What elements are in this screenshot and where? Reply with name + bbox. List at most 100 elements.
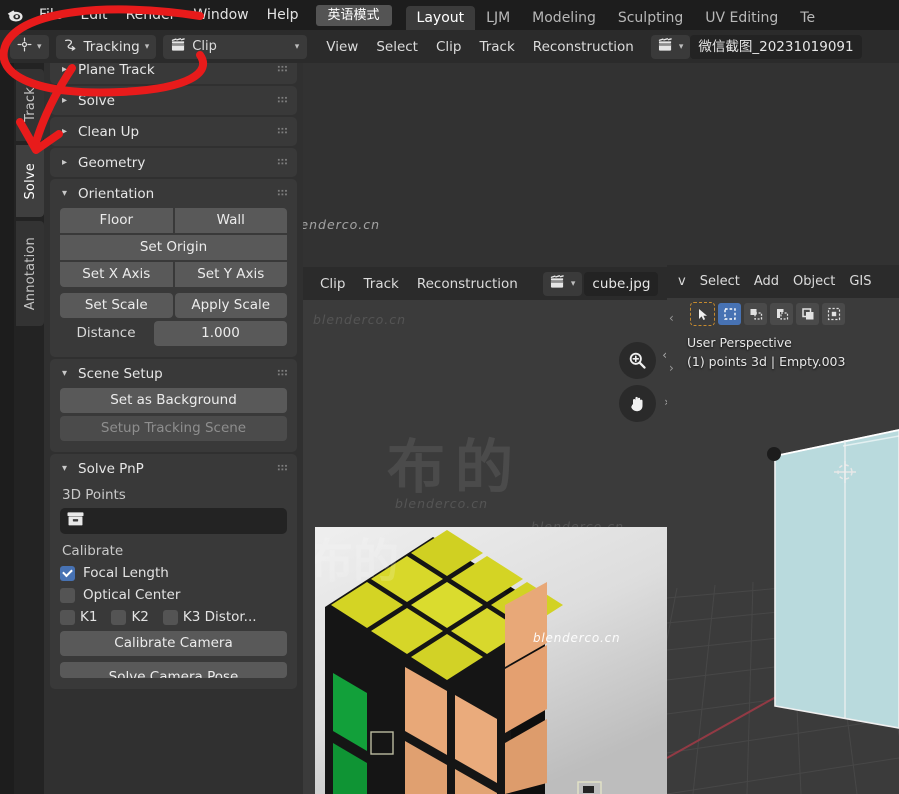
viewport-menu-view[interactable]: v: [671, 274, 693, 289]
sidebar-tab-annotation[interactable]: Annotation: [16, 221, 44, 326]
clip-datablock-selector[interactable]: Clip ▾: [163, 34, 308, 59]
sidebar-tab-solve[interactable]: Solve: [16, 145, 44, 217]
viewport-menu-object[interactable]: Object: [786, 274, 842, 289]
language-mode-button[interactable]: 英语模式: [315, 4, 392, 26]
menu-file[interactable]: File: [30, 0, 71, 30]
set-as-background-button[interactable]: Set as Background: [60, 388, 287, 413]
panel-plane-track-header[interactable]: ▸ Plane Track: [50, 63, 297, 84]
chevron-right-icon: ▸: [62, 95, 68, 106]
panel-clean-up-header[interactable]: ▸ Clean Up: [50, 117, 297, 146]
panel-grip-icon[interactable]: [277, 96, 288, 104]
inner-clip-menu-clip[interactable]: Clip: [311, 276, 355, 292]
set-scale-button[interactable]: Set Scale: [60, 293, 173, 318]
panel-orientation-header[interactable]: ▾ Orientation: [50, 179, 297, 208]
tab-texture-paint[interactable]: Te: [789, 6, 826, 30]
inner-clip-file-name[interactable]: cube.jpg: [584, 271, 659, 296]
solve-camera-pose-button[interactable]: Solve Camera Pose: [60, 662, 287, 678]
panel-grip-icon[interactable]: [277, 369, 288, 377]
panel-clean-up[interactable]: ▸ Clean Up: [50, 117, 297, 146]
tab-modeling[interactable]: Modeling: [521, 6, 607, 30]
set-y-axis-button[interactable]: Set Y Axis: [174, 262, 287, 287]
select-box-icon[interactable]: [822, 303, 845, 325]
menu-edit[interactable]: Edit: [71, 0, 116, 30]
top-menu-bar: File Edit Render Window Help 英语模式 Layout…: [0, 0, 899, 30]
clip-menu-view[interactable]: View: [317, 39, 367, 55]
panel-solve[interactable]: ▸ Solve: [50, 86, 297, 115]
k1-checkbox-icon[interactable]: [60, 609, 75, 625]
blender-logo-icon[interactable]: [0, 0, 30, 30]
floor-button[interactable]: Floor: [60, 208, 173, 233]
k3-checkbox-icon[interactable]: [162, 609, 178, 625]
k1-label: K1: [80, 609, 98, 625]
optical-center-label: Optical Center: [83, 587, 181, 603]
k2-checkbox-icon[interactable]: [111, 609, 127, 625]
checkbox-focal-length[interactable]: Focal Length: [60, 565, 287, 581]
clip-menu-select[interactable]: Select: [367, 39, 427, 55]
viewport-menu-add[interactable]: Add: [747, 274, 786, 289]
apply-scale-button[interactable]: Apply Scale: [174, 293, 287, 318]
sidebar-tab-track[interactable]: Track: [16, 69, 44, 141]
checkbox-optical-center[interactable]: Optical Center: [60, 587, 287, 603]
clip-datablock-icon: [171, 37, 186, 56]
tab-sculpting[interactable]: Sculpting: [607, 6, 694, 30]
zoom-in-icon[interactable]: [619, 342, 656, 379]
workspace-tabs: Layout LJM Modeling Sculpting UV Editing…: [405, 0, 827, 30]
clip-floating-tools: [619, 342, 663, 428]
panel-grip-icon[interactable]: [277, 127, 288, 135]
clip-file-name[interactable]: 微信截图_20231019091: [690, 34, 862, 59]
calibrate-label: Calibrate: [62, 543, 124, 559]
menu-help[interactable]: Help: [258, 0, 308, 30]
menu-window[interactable]: Window: [184, 0, 257, 30]
tweak-select-icon[interactable]: [690, 302, 715, 326]
panel-solve-header[interactable]: ▸ Solve: [50, 86, 297, 115]
panel-geometry[interactable]: ▸ Geometry: [50, 148, 297, 177]
chevron-down-icon: ▾: [144, 41, 150, 52]
box-select-icon[interactable]: [718, 303, 741, 325]
inner-clip-menu-reconstruction[interactable]: Reconstruction: [408, 276, 527, 292]
viewport-expand-right-icon[interactable]: ›: [669, 361, 674, 375]
calibrate-camera-button[interactable]: Calibrate Camera: [60, 631, 287, 656]
hand-pan-icon[interactable]: [619, 385, 656, 422]
set-origin-button[interactable]: Set Origin: [60, 235, 287, 260]
focal-length-checkbox-icon[interactable]: [60, 565, 75, 581]
editor-type-selector[interactable]: ▾: [10, 34, 49, 59]
panel-grip-icon[interactable]: [277, 65, 288, 73]
panel-solve-pnp-body: 3D Points Calibrate Focal Length Optical…: [50, 487, 297, 689]
tab-uv-editing[interactable]: UV Editing: [694, 6, 789, 30]
set-x-axis-button[interactable]: Set X Axis: [60, 262, 173, 287]
viewport-3d-scene[interactable]: [667, 298, 899, 794]
clip-menu-reconstruction[interactable]: Reconstruction: [524, 39, 643, 55]
panel-clean-up-title: Clean Up: [78, 123, 140, 140]
panel-grip-icon[interactable]: [277, 158, 288, 166]
viewport-collapse-left-icon[interactable]: ‹: [669, 311, 674, 325]
circle-select-icon[interactable]: [744, 303, 767, 325]
panel-orientation: ▾ Orientation Floor Wall Set Origin Set …: [50, 179, 297, 357]
clip-menu-track[interactable]: Track: [470, 39, 523, 55]
clip-menu-clip[interactable]: Clip: [427, 39, 471, 55]
clip-editor-canvas[interactable]: blenderco.cn 布的 blenderco.cn blenderco.c…: [303, 300, 669, 794]
clip-browse-icon: [550, 274, 565, 293]
panel-solve-pnp-header[interactable]: ▾ Solve PnP: [50, 454, 297, 483]
panel-plane-track[interactable]: ▸ Plane Track: [50, 63, 297, 84]
menu-render[interactable]: Render: [117, 0, 185, 30]
panel-scene-setup-header[interactable]: ▾ Scene Setup: [50, 359, 297, 388]
wall-button[interactable]: Wall: [174, 208, 287, 233]
inner-clip-menu-track[interactable]: Track: [355, 276, 408, 292]
watermark-brand-cn: 布的: [387, 433, 524, 501]
clip-photo-cube-image: blenderco.cn 布的: [315, 527, 667, 794]
tracking-mode-selector[interactable]: Tracking ▾: [55, 34, 157, 59]
tab-layout[interactable]: Layout: [405, 6, 476, 30]
tab-ljm[interactable]: LJM: [475, 6, 521, 30]
inner-clip-browse-button[interactable]: ▾: [542, 271, 583, 296]
viewport-menu-select[interactable]: Select: [693, 274, 747, 289]
panel-grip-icon[interactable]: [277, 464, 288, 472]
distance-value[interactable]: 1.000: [154, 321, 287, 346]
lasso-select-icon[interactable]: [770, 303, 793, 325]
clip-browse-button[interactable]: ▾: [650, 34, 691, 59]
viewport-menu-gis[interactable]: GIS: [842, 274, 878, 289]
points-3d-field[interactable]: [60, 508, 287, 534]
panel-geometry-header[interactable]: ▸ Geometry: [50, 148, 297, 177]
cursor-icon[interactable]: [796, 303, 819, 325]
panel-grip-icon[interactable]: [277, 189, 288, 197]
optical-center-checkbox-icon[interactable]: [60, 587, 75, 603]
